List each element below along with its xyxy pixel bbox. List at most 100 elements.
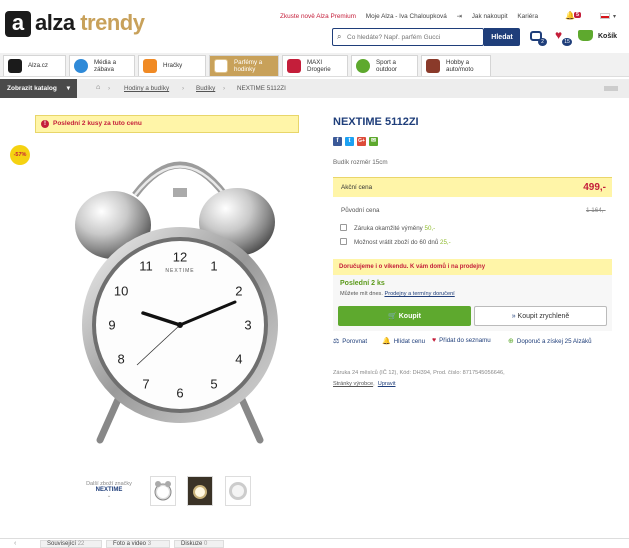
manufacturer-link[interactable]: Stránky výrobce [333, 381, 373, 387]
thumbnail-3[interactable] [225, 476, 251, 506]
alza-trendy-logo[interactable]: alza trendy [35, 10, 145, 36]
chevron-down-icon: ⌄ [106, 493, 112, 499]
category-label: Hračky [163, 62, 183, 69]
category-alza[interactable]: Alza.cz [3, 55, 66, 76]
category-label: Média a zábava [94, 59, 117, 73]
action-label: Přidat do seznamu [439, 337, 491, 344]
compare-icon: ⚖ [333, 338, 340, 345]
premium-link[interactable]: Zkuste nově Alza Premium [280, 13, 356, 20]
clock-numeral: 1 [210, 259, 217, 274]
product-meta: Záruka 24 měsíců (IČ 12), Kód: DH394, Pr… [333, 370, 505, 387]
top-links: Zkuste nově Alza Premium Moje Alza - Iva… [280, 12, 546, 20]
drill-icon [426, 59, 440, 73]
google-plus-icon[interactable]: G+ [357, 137, 366, 146]
tab-label: Související [47, 541, 77, 547]
breadcrumb-current: NEXTIME 5112ZI [237, 85, 286, 92]
warranty-checkbox[interactable] [340, 224, 347, 231]
compare-count-badge: 2 [538, 38, 547, 46]
tab-photo-video[interactable]: Foto a video 3 [106, 540, 170, 548]
clock-numeral: 9 [108, 318, 115, 333]
stock-availability: Můžete mít dnes. Prodejny a termíny doru… [340, 291, 455, 297]
cart-icon[interactable] [578, 30, 593, 41]
thumbnail-1[interactable] [150, 476, 176, 506]
tab-related[interactable]: Související 22 [40, 540, 102, 548]
breadcrumb-bar: Zobrazit katalog ⌂ › Hodiny a budíky › B… [0, 79, 629, 98]
category-toys[interactable]: Hračky [138, 55, 206, 76]
stock-status: Poslední 2 ks [340, 280, 385, 287]
product-image[interactable]: 121234567891011 NEXTIME [65, 140, 295, 450]
breadcrumb-separator: › [223, 85, 226, 92]
stores-delivery-link[interactable]: Prodejny a termíny doručení [384, 291, 454, 297]
breadcrumb-clocks[interactable]: Hodiny a budíky [124, 85, 169, 92]
breadcrumb-alarm-clocks[interactable]: Budíky [196, 85, 215, 92]
clock-numeral: 2 [235, 284, 242, 299]
category-bar: Alza.cz Média a zábava Hračky Parfémy a … [0, 53, 629, 77]
product-subtitle: Budík rozměr 15cm [333, 159, 388, 166]
recommend-action[interactable]: ⊕ Doporuč a získej 25 Alzáků [508, 337, 592, 345]
clock-numeral: 11 [139, 259, 153, 274]
action-label: Porovnat [342, 338, 368, 345]
category-hobby[interactable]: Hobby a auto/moto [421, 55, 491, 76]
chevron-down-icon[interactable]: ▾ [613, 13, 616, 20]
tab-count: 22 [77, 541, 85, 547]
tab-discussion[interactable]: Diskuze 0 [174, 540, 224, 548]
more-from-brand[interactable]: Další zboží značky NEXTIME ⌄ [75, 481, 143, 499]
watch-price-action[interactable]: 🔔 Hlídat cenu [382, 337, 425, 345]
thumbnail-2[interactable] [187, 476, 213, 506]
compare-action[interactable]: ⚖ Porovnat [333, 337, 367, 345]
media-category-icon [74, 59, 88, 73]
favorites-count-badge: 15 [562, 38, 572, 46]
category-media[interactable]: Média a zábava [69, 55, 135, 76]
category-label: Parfémy a hodinky [234, 59, 263, 73]
price-value: 499,- [583, 182, 606, 193]
left-leg [96, 391, 124, 444]
twitter-icon[interactable]: t [345, 137, 354, 146]
meta-line: Záruka 24 měsíců (IČ 12), Kód: DH394, Pr… [333, 370, 505, 376]
search-input[interactable] [347, 32, 477, 43]
category-sport[interactable]: Sport a outdoor [351, 55, 418, 76]
clock-numeral: 4 [235, 352, 242, 367]
option-price: 25,- [440, 239, 451, 246]
category-drugstore[interactable]: MAXI Drogerie [282, 55, 348, 76]
tab-count: 3 [147, 541, 152, 547]
favorites-icon[interactable]: ♥ [555, 29, 562, 41]
return-checkbox[interactable] [340, 238, 347, 245]
original-price-label: Původní cena [341, 207, 380, 214]
email-icon[interactable]: ✉ [369, 137, 378, 146]
how-to-buy-link[interactable]: Jak nakoupit [472, 13, 508, 20]
cart-icon: 🛒 [388, 313, 397, 320]
clock-numeral: 6 [176, 386, 183, 401]
cart-label[interactable]: Košík [598, 33, 617, 40]
buy-button[interactable]: 🛒 Koupit [338, 306, 471, 326]
facebook-icon[interactable]: f [333, 137, 342, 146]
search-button[interactable]: Hledat [484, 28, 520, 46]
price-label: Akční cena [341, 184, 373, 191]
search-icon: ⌕ [337, 32, 342, 41]
search-box: ⌕ [332, 28, 484, 46]
add-to-list-action[interactable]: ♥ Přidat do seznamu [432, 337, 491, 344]
action-label: Doporuč a získej 25 Alzáků [516, 338, 592, 345]
promo-text: Poslední 2 kusy za tuto cenu [53, 120, 142, 127]
alza-category-icon [8, 59, 22, 73]
alza-logo-icon[interactable]: a [5, 11, 31, 37]
czech-flag-icon[interactable] [600, 13, 610, 19]
logout-icon[interactable]: ⇥ [457, 13, 462, 20]
warranty-option[interactable]: Záruka okamžité výměny 50,- [340, 224, 435, 232]
recommend-icon: ⊕ [508, 338, 514, 345]
category-perfumes-watches[interactable]: Parfémy a hodinky [209, 55, 279, 76]
stock-sub-text: Můžete mít dnes. [340, 291, 383, 297]
double-chevron-icon: » [511, 312, 516, 320]
career-link[interactable]: Kariéra [517, 13, 538, 20]
return-option[interactable]: Možnost vrátit zboží do 60 dnů 25,- [340, 238, 451, 246]
breadcrumb-separator: › [182, 85, 185, 92]
account-link[interactable]: Moje Alza - Iva Chaloupková [366, 13, 447, 20]
view-toggle-icon[interactable] [604, 86, 618, 91]
original-price-value: 1 164,- [586, 207, 606, 214]
option-label: Možnost vrátit zboží do 60 dnů [354, 239, 439, 246]
home-icon[interactable]: ⌂ [96, 84, 100, 91]
clock-numeral: 10 [114, 284, 128, 299]
bicycle-icon [356, 59, 370, 73]
show-catalog-button[interactable]: Zobrazit katalog [0, 79, 77, 98]
quick-buy-button[interactable]: » Koupit zrychleně [474, 306, 607, 326]
edit-link[interactable]: Upravit [378, 381, 396, 387]
